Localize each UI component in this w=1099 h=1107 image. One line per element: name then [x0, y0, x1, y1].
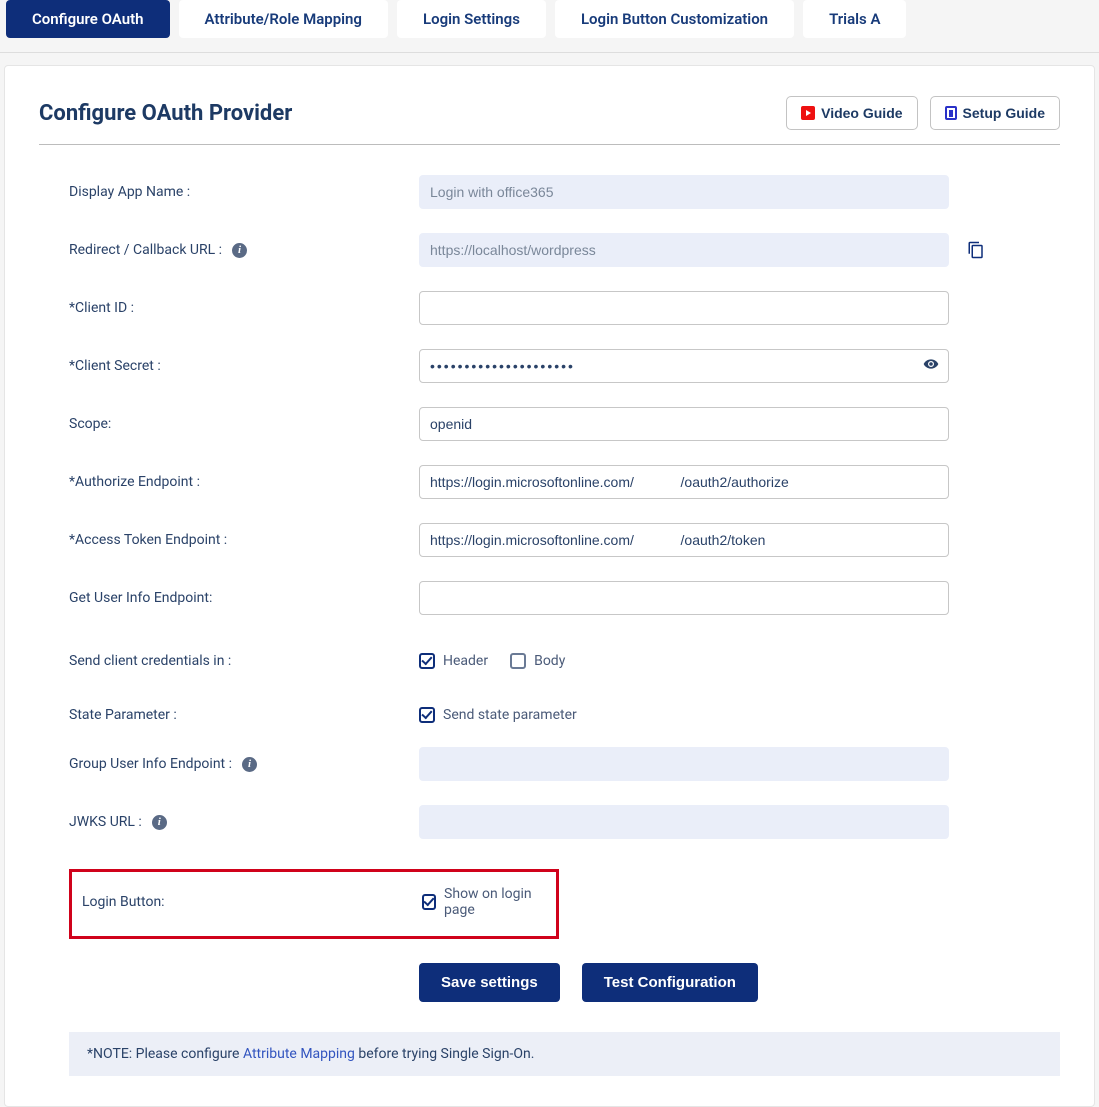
- setup-guide-button[interactable]: Setup Guide: [930, 96, 1060, 130]
- label-state-parameter: State Parameter :: [69, 707, 419, 723]
- client-secret-input[interactable]: [419, 349, 949, 383]
- label-redirect-url: Redirect / Callback URL :: [69, 242, 222, 258]
- label-login-button: Login Button:: [82, 894, 422, 910]
- access-token-endpoint-input[interactable]: [419, 523, 949, 557]
- checkbox-body[interactable]: [510, 653, 526, 669]
- redirect-url-input[interactable]: [419, 233, 949, 267]
- login-button-highlight: Login Button: Show on login page: [69, 869, 559, 939]
- label-authorize-endpoint: *Authorize Endpoint :: [69, 474, 419, 490]
- note-suffix: before trying Single Sign-On.: [355, 1046, 535, 1062]
- label-jwks-url: JWKS URL :: [69, 814, 142, 830]
- show-login-page-option[interactable]: Show on login page: [422, 886, 546, 918]
- setup-guide-label: Setup Guide: [963, 105, 1045, 121]
- client-id-input[interactable]: [419, 291, 949, 325]
- test-configuration-button[interactable]: Test Configuration: [582, 963, 758, 1002]
- userinfo-endpoint-input[interactable]: [419, 581, 949, 615]
- scope-input[interactable]: [419, 407, 949, 441]
- youtube-icon: [801, 106, 815, 120]
- info-icon[interactable]: i: [232, 243, 247, 258]
- label-userinfo-endpoint: Get User Info Endpoint:: [69, 590, 419, 606]
- checkbox-show-login-page[interactable]: [422, 894, 436, 910]
- tab-configure-oauth[interactable]: Configure OAuth: [6, 0, 170, 38]
- state-parameter-label: Send state parameter: [443, 707, 577, 723]
- page-title: Configure OAuth Provider: [39, 101, 292, 126]
- oauth-config-page: Configure OAuth Provider Video Guide Set…: [4, 65, 1095, 1107]
- header-option-label: Header: [443, 653, 488, 669]
- credentials-header-option[interactable]: Header: [419, 653, 488, 669]
- tab-trials[interactable]: Trials A: [803, 0, 906, 38]
- credentials-body-option[interactable]: Body: [510, 653, 565, 669]
- jwks-url-input[interactable]: [419, 805, 949, 839]
- label-client-id: *Client ID :: [69, 300, 419, 316]
- label-group-userinfo-endpoint: Group User Info Endpoint :: [69, 756, 232, 772]
- checkbox-header[interactable]: [419, 653, 435, 669]
- label-display-app-name: Display App Name :: [69, 184, 419, 200]
- tabs-bar: Configure OAuth Attribute/Role Mapping L…: [0, 0, 1099, 53]
- label-access-token-endpoint: *Access Token Endpoint :: [69, 532, 419, 548]
- label-scope: Scope:: [69, 416, 419, 432]
- video-guide-label: Video Guide: [821, 105, 902, 121]
- authorize-endpoint-input[interactable]: [419, 465, 949, 499]
- document-icon: [945, 106, 957, 120]
- info-icon[interactable]: i: [152, 815, 167, 830]
- copy-icon[interactable]: [967, 241, 985, 259]
- label-client-secret: *Client Secret :: [69, 358, 419, 374]
- attribute-mapping-note: *NOTE: Please configure Attribute Mappin…: [69, 1032, 1060, 1076]
- tab-login-button-customization[interactable]: Login Button Customization: [555, 0, 794, 38]
- display-app-name-input[interactable]: [419, 175, 949, 209]
- info-icon[interactable]: i: [242, 757, 257, 772]
- state-parameter-option[interactable]: Send state parameter: [419, 707, 577, 723]
- group-userinfo-endpoint-input[interactable]: [419, 747, 949, 781]
- label-send-credentials: Send client credentials in :: [69, 653, 419, 669]
- save-settings-button[interactable]: Save settings: [419, 963, 560, 1002]
- tab-login-settings[interactable]: Login Settings: [397, 0, 546, 38]
- tab-attribute-role-mapping[interactable]: Attribute/Role Mapping: [179, 0, 388, 38]
- body-option-label: Body: [534, 653, 565, 669]
- checkbox-state-parameter[interactable]: [419, 707, 435, 723]
- note-prefix: *NOTE: Please configure: [87, 1046, 243, 1062]
- eye-icon[interactable]: [923, 356, 939, 376]
- attribute-mapping-link[interactable]: Attribute Mapping: [243, 1046, 355, 1062]
- show-login-page-label: Show on login page: [444, 886, 546, 918]
- video-guide-button[interactable]: Video Guide: [786, 96, 917, 130]
